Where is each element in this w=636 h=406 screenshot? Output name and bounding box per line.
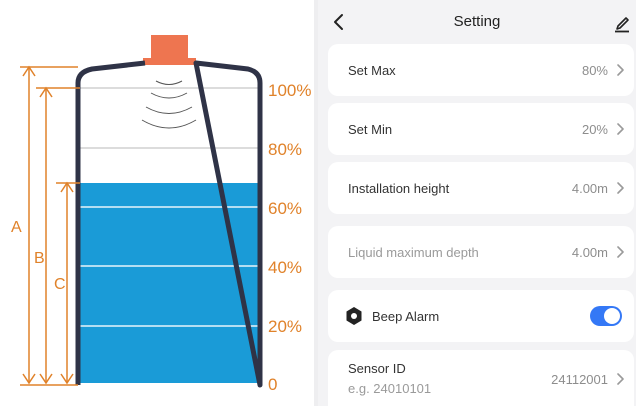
chevron-right-icon <box>617 182 624 194</box>
hexagon-alarm-icon <box>346 307 362 325</box>
tank-diagram: A B C 100% 80% 60% 40% 20% 0 <box>0 0 316 406</box>
liquid-fill <box>80 183 258 383</box>
dimension-label-c: C <box>54 276 66 293</box>
set-max-value: 80% <box>581 63 608 78</box>
beep-alarm-label: Beep Alarm <box>372 309 440 324</box>
chevron-right-icon <box>617 373 624 385</box>
sensor-id-placeholder: e.g. 24010101 <box>348 381 432 396</box>
set-min-row[interactable]: Set Min 20% <box>328 103 634 155</box>
percent-label-20: 20% <box>268 317 303 336</box>
percent-label-0: 0 <box>268 375 278 394</box>
percent-label-80: 80% <box>268 140 303 159</box>
beep-alarm-row: Beep Alarm <box>328 290 634 342</box>
sensor-id-value: 24112001 <box>551 372 608 387</box>
measure-b <box>36 86 80 385</box>
beep-alarm-toggle[interactable] <box>590 306 622 326</box>
sensor-flange <box>143 58 196 65</box>
set-max-row[interactable]: Set Max 80% <box>328 44 634 96</box>
liquid-max-depth-value: 4.00m <box>571 245 608 260</box>
set-min-label: Set Min <box>348 122 393 137</box>
chevron-right-icon <box>617 64 624 76</box>
pencil-icon[interactable] <box>612 11 632 33</box>
dimension-label-a: A <box>11 219 22 236</box>
toggle-knob <box>604 308 620 324</box>
dimension-label-b: B <box>34 250 45 267</box>
liquid-max-depth-label: Liquid maximum depth <box>348 245 479 260</box>
percent-label-60: 60% <box>268 199 303 218</box>
chevron-right-icon <box>617 123 624 135</box>
nav-bar: Setting <box>318 0 636 44</box>
set-max-label: Set Max <box>348 63 396 78</box>
sensor-id-label: Sensor ID <box>348 361 406 376</box>
liquid-max-depth-row[interactable]: Liquid maximum depth 4.00m <box>328 226 634 278</box>
settings-panel: Setting Set Max 80% Set Min 20% Installa… <box>318 0 636 406</box>
sensor-id-row[interactable]: Sensor ID e.g. 24010101 24112001 <box>328 350 634 406</box>
measure-a <box>20 65 78 385</box>
installation-height-label: Installation height <box>348 181 450 196</box>
installation-height-row[interactable]: Installation height 4.00m <box>328 162 634 214</box>
chevron-right-icon <box>617 246 624 258</box>
set-min-value: 20% <box>581 122 608 137</box>
page-title: Setting <box>453 13 501 30</box>
percent-label-40: 40% <box>268 258 303 277</box>
percent-label-100: 100% <box>268 81 312 100</box>
installation-height-value: 4.00m <box>571 181 608 196</box>
sensor-head <box>151 35 188 59</box>
